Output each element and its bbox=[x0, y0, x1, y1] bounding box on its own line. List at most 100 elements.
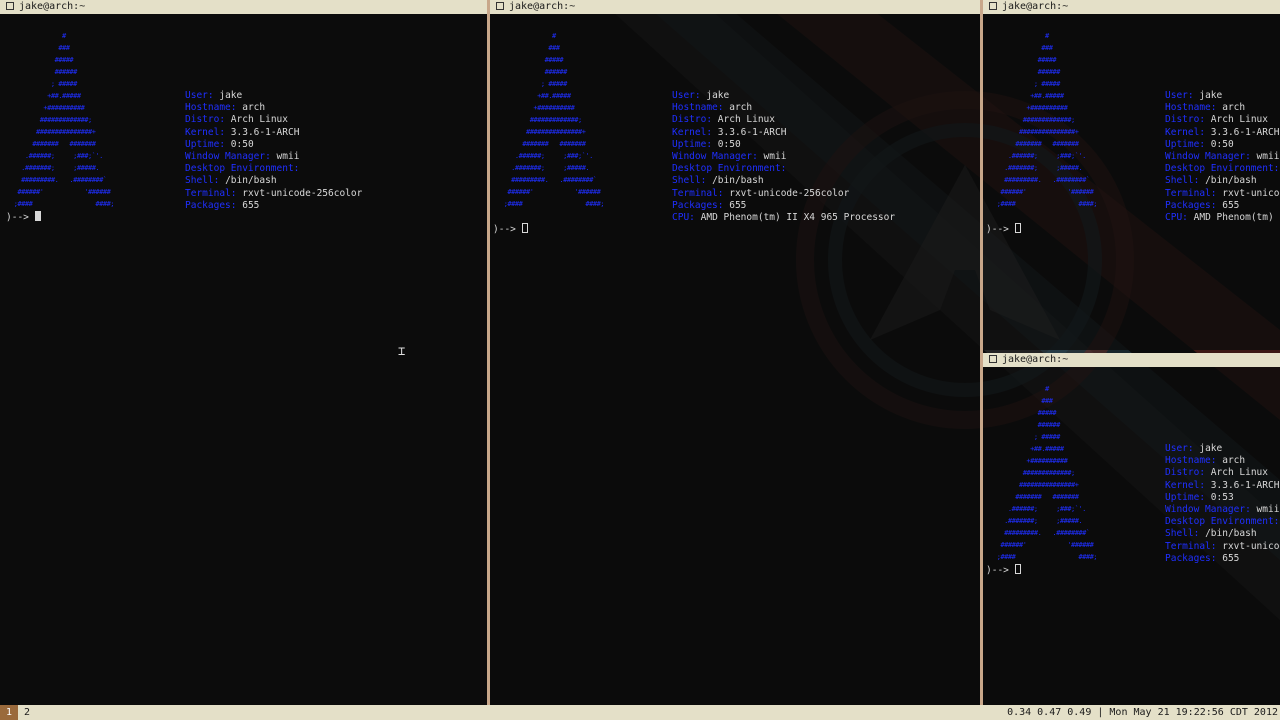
sysinfo-line: Distro: Arch Linux bbox=[185, 114, 362, 126]
sysinfo-block: User: jake Hostname: arch Distro: Arch Lin… bbox=[672, 90, 895, 224]
sysinfo-line: Terminal: rxvt-unicode bbox=[1165, 541, 1280, 553]
sysinfo-line: Shell: /bin/bash bbox=[1165, 528, 1280, 540]
sysinfo-value: 3.3.6-1-ARCH bbox=[717, 126, 787, 138]
sysinfo-value: wmii bbox=[1256, 151, 1280, 163]
terminal-body[interactable]: # ### ##### ###### ; ##### +##.##### +##… bbox=[983, 367, 1280, 705]
sysinfo-value: jake bbox=[706, 90, 730, 101]
sysinfo-key: Distro: bbox=[185, 114, 226, 126]
terminal-body[interactable]: # ### ##### ###### ; ##### +##.##### +##… bbox=[983, 14, 1280, 350]
sysinfo-value: /bin/bash bbox=[712, 175, 764, 187]
sysinfo-value: wmii bbox=[763, 151, 787, 163]
sysinfo-line: Window Manager: wmii bbox=[1165, 504, 1280, 516]
window-titlebar[interactable]: jake@arch:~ bbox=[0, 0, 487, 14]
sysinfo-value: AMD Phenom(tm) bbox=[1193, 212, 1274, 224]
sysinfo-key: Window Manager: bbox=[185, 151, 271, 163]
sysinfo-value: wmii bbox=[1256, 504, 1280, 516]
sysinfo-block: User: jake Hostname: arch Distro: Arch Lin… bbox=[1165, 90, 1280, 224]
terminal-window-2[interactable]: jake@arch:~ # ### ##### ###### ; ##### +… bbox=[490, 0, 980, 705]
text-cursor bbox=[521, 223, 528, 233]
terminal-window-3[interactable]: jake@arch:~ # ### ##### ###### ; ##### +… bbox=[983, 0, 1280, 350]
sysinfo-line: Window Manager: wmii bbox=[672, 151, 895, 163]
sysinfo-key: Packages: bbox=[1165, 199, 1217, 211]
sysinfo-key: Distro: bbox=[1165, 467, 1206, 479]
sysinfo-line: Uptime: 0:53 bbox=[1165, 492, 1280, 504]
sysinfo-key: Hostname: bbox=[1165, 455, 1217, 467]
tag-2[interactable]: 2 bbox=[18, 705, 36, 720]
sysinfo-key: Kernel: bbox=[1165, 126, 1206, 138]
sysinfo-line: Hostname: arch bbox=[672, 102, 895, 114]
status-clock: 0.34 0.47 0.49 | Mon May 21 19:22:56 CDT… bbox=[1007, 707, 1278, 718]
tag-1[interactable]: 1 bbox=[0, 705, 19, 720]
sysinfo-value: 3.3.6-1-ARCH bbox=[230, 126, 300, 138]
sysinfo-line: Terminal: rxvt-unicode-256color bbox=[672, 188, 895, 200]
sysinfo-line: Desktop Environment: bbox=[672, 163, 895, 175]
shell-prompt: )--> bbox=[493, 223, 528, 236]
sysinfo-line: Distro: Arch Linux bbox=[672, 114, 895, 126]
sysinfo-line: Packages: 655 bbox=[1165, 553, 1280, 565]
sysinfo-value: arch bbox=[729, 102, 753, 114]
sysinfo-line: Uptime: 0:50 bbox=[672, 139, 895, 151]
sysinfo-value: 655 bbox=[1222, 199, 1240, 211]
sysinfo-value: rxvt-unicode-256color bbox=[729, 187, 850, 199]
sysinfo-value: wmii bbox=[276, 151, 300, 163]
window-titlebar[interactable]: jake@arch:~ bbox=[490, 0, 980, 14]
sysinfo-key: User: bbox=[1165, 90, 1194, 101]
sysinfo-key: Desktop Environment: bbox=[672, 163, 787, 175]
sysinfo-key: User: bbox=[672, 90, 701, 101]
sysinfo-key: Uptime: bbox=[1165, 491, 1206, 503]
text-cursor bbox=[1014, 223, 1021, 233]
prompt-symbol: )--> bbox=[6, 212, 29, 223]
sysinfo-key: Hostname: bbox=[672, 102, 724, 114]
prompt-symbol: )--> bbox=[986, 224, 1009, 235]
sysinfo-line: CPU: AMD Phenom(tm) bbox=[1165, 212, 1280, 224]
window-titlebar[interactable]: jake@arch:~ bbox=[983, 0, 1280, 14]
sysinfo-key: Distro: bbox=[672, 114, 713, 126]
sysinfo-key: Desktop Environment: bbox=[1165, 516, 1280, 528]
sysinfo-value: jake bbox=[219, 90, 243, 101]
sysinfo-line: Packages: 655 bbox=[1165, 200, 1280, 212]
sysinfo-key: CPU: bbox=[1165, 212, 1188, 224]
sysinfo-value: rxvt-unicode-256color bbox=[242, 187, 363, 199]
sysinfo-value: Arch Linux bbox=[717, 114, 775, 126]
sysinfo-key: Shell: bbox=[1165, 175, 1200, 187]
sysinfo-line: Desktop Environment: bbox=[185, 163, 362, 175]
sysinfo-line: User: jake bbox=[672, 90, 895, 102]
sysinfo-value: arch bbox=[1222, 102, 1246, 114]
terminal-window-1[interactable]: jake@arch:~ # ### ##### ###### ; ##### +… bbox=[0, 0, 487, 705]
sysinfo-value: rxvt-unicode-256color bbox=[1222, 187, 1280, 199]
sysinfo-line: Uptime: 0:50 bbox=[1165, 139, 1280, 151]
sysinfo-value: Arch Linux bbox=[1210, 114, 1268, 126]
sysinfo-value: jake bbox=[1199, 90, 1223, 101]
arch-ascii-logo: # ### ##### ###### ; ##### +##.##### +##… bbox=[13, 32, 115, 208]
sysinfo-value: /bin/bash bbox=[1205, 175, 1257, 187]
prompt-symbol: )--> bbox=[986, 565, 1009, 576]
sysinfo-value: /bin/bash bbox=[225, 175, 277, 187]
window-titlebar[interactable]: jake@arch:~ bbox=[983, 353, 1280, 367]
window-title: jake@arch:~ bbox=[19, 1, 86, 12]
sysinfo-line: Desktop Environment: bbox=[1165, 516, 1280, 528]
sysinfo-line: Hostname: arch bbox=[1165, 102, 1280, 114]
sysinfo-line: User: jake bbox=[1165, 443, 1280, 455]
shell-prompt: )--> bbox=[6, 211, 41, 224]
sysinfo-value: 0:50 bbox=[230, 138, 254, 150]
wmii-statusbar: 12 0.34 0.47 0.49 | Mon May 21 19:22:56 … bbox=[0, 705, 1280, 720]
sysinfo-line: Desktop Environment: bbox=[1165, 163, 1280, 175]
sysinfo-key: Packages: bbox=[1165, 552, 1217, 564]
terminal-body[interactable]: # ### ##### ###### ; ##### +##.##### +##… bbox=[490, 14, 980, 705]
shell-prompt: )--> bbox=[986, 564, 1021, 577]
sysinfo-value: jake bbox=[1199, 443, 1223, 454]
sysinfo-block: User: jake Hostname: arch Distro: Arch Lin… bbox=[1165, 443, 1280, 565]
terminal-window-4[interactable]: jake@arch:~ # ### ##### ###### ; ##### +… bbox=[983, 353, 1280, 705]
sysinfo-value: AMD Phenom(tm) II X4 965 Processor bbox=[700, 212, 896, 224]
sysinfo-key: Kernel: bbox=[185, 126, 226, 138]
terminal-body[interactable]: # ### ##### ###### ; ##### +##.##### +##… bbox=[0, 14, 487, 705]
window-title: jake@arch:~ bbox=[1002, 354, 1069, 365]
sysinfo-line: User: jake bbox=[1165, 90, 1280, 102]
sysinfo-key: Uptime: bbox=[185, 138, 226, 150]
sysinfo-key: Hostname: bbox=[185, 102, 237, 114]
sysinfo-line: Kernel: 3.3.6-1-ARCH bbox=[185, 127, 362, 139]
window-title: jake@arch:~ bbox=[1002, 1, 1069, 12]
sysinfo-key: Window Manager: bbox=[1165, 504, 1251, 516]
sysinfo-value: 3.3.6-1-ARCH bbox=[1210, 126, 1280, 138]
arch-ascii-logo: # ### ##### ###### ; ##### +##.##### +##… bbox=[503, 32, 605, 208]
